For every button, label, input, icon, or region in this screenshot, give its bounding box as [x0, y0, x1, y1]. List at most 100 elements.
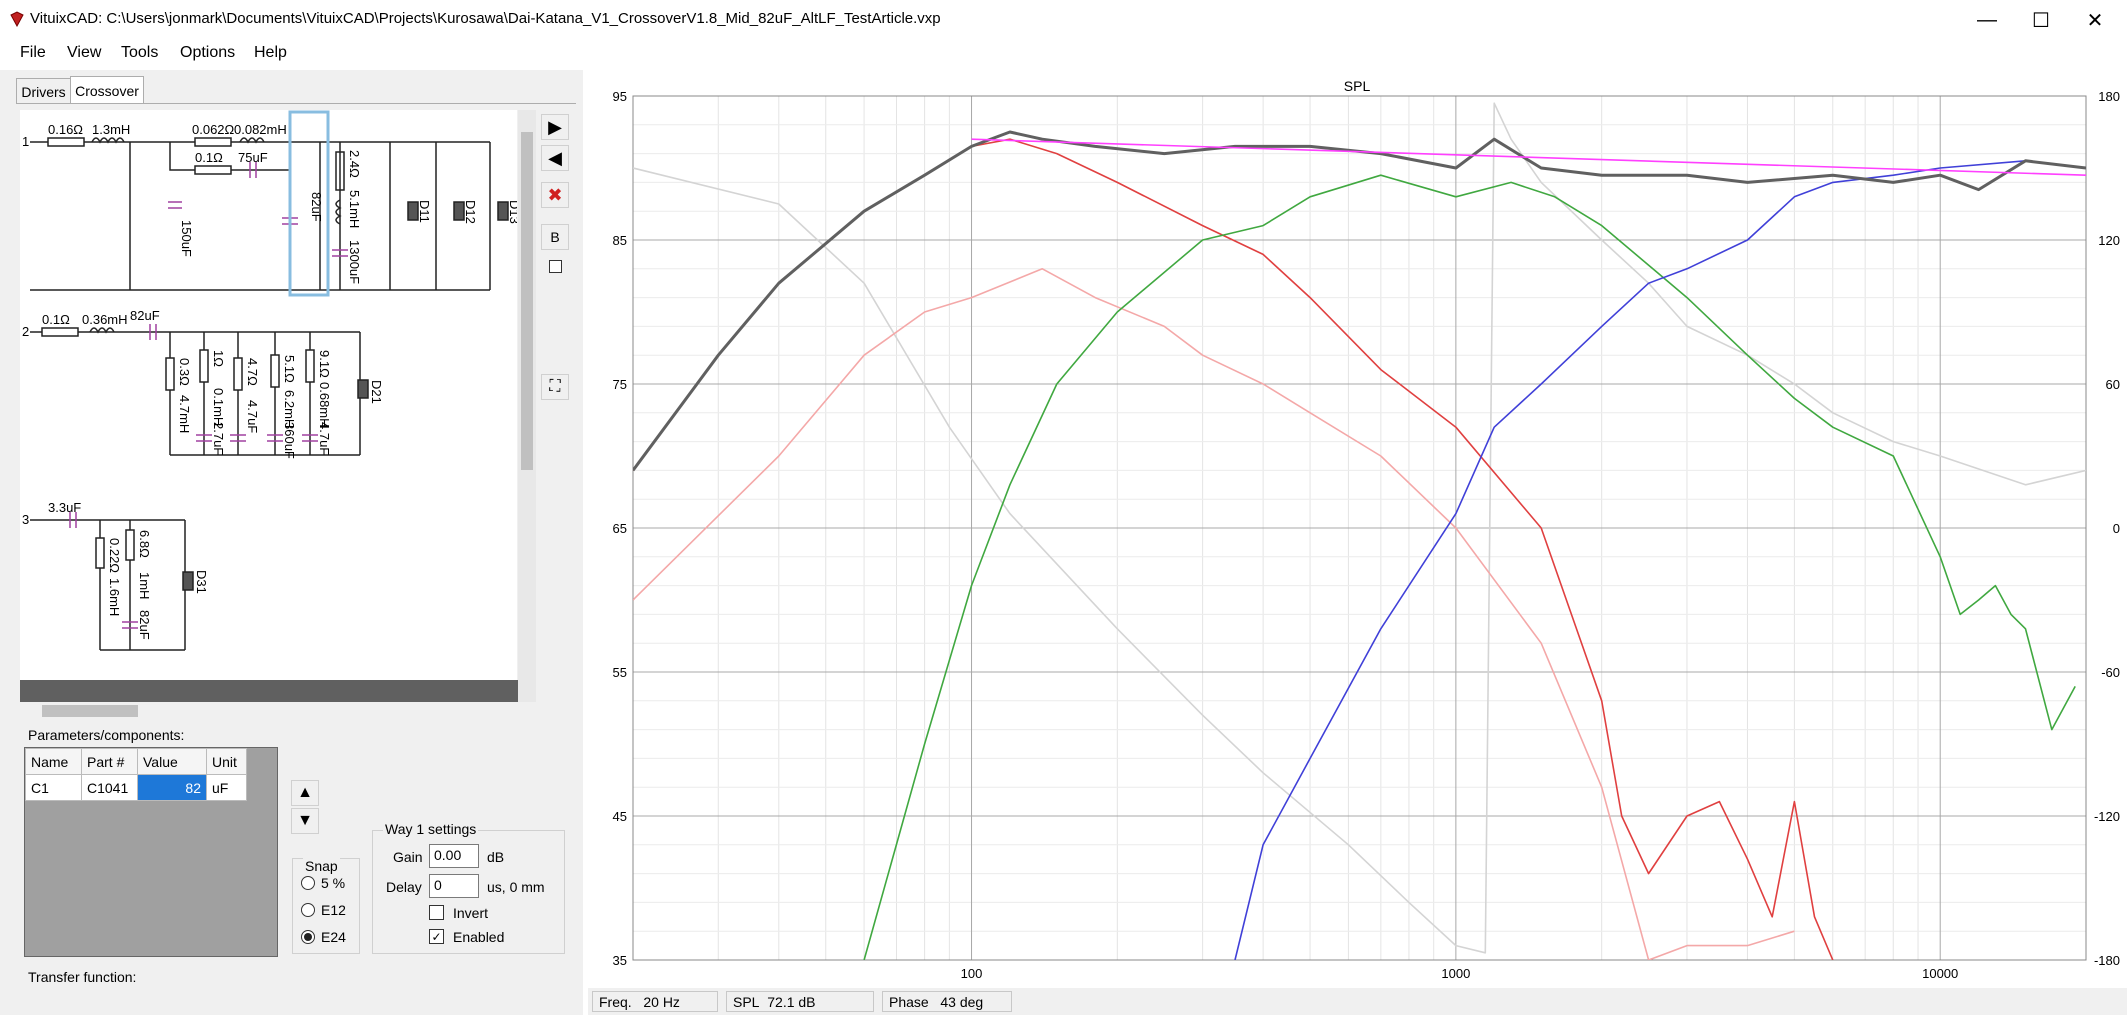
invert-checkbox[interactable] [429, 905, 444, 920]
horizontal-scroll-thumb[interactable] [42, 705, 138, 717]
snap-label: Snap [303, 858, 340, 874]
y2-tick-label: -60 [2101, 665, 2120, 680]
y2-tick-label: 60 [2106, 377, 2120, 392]
svg-text:150uF: 150uF [179, 220, 194, 257]
menu-tools[interactable]: Tools [121, 44, 158, 62]
x-tick-label: 100 [961, 966, 983, 981]
svg-text:0.082mH: 0.082mH [234, 122, 287, 137]
svg-text:D12: D12 [463, 200, 478, 224]
svg-text:1.3mH: 1.3mH [92, 122, 130, 137]
cell-unit[interactable]: uF [206, 774, 247, 801]
transfer-function-label: Transfer function: [28, 969, 137, 985]
tab-drivers[interactable]: Drivers [16, 78, 71, 104]
svg-text:6.8Ω: 6.8Ω [137, 530, 152, 558]
fit-view-button[interactable]: ⛶ [541, 374, 569, 400]
svg-text:D31: D31 [194, 570, 209, 594]
schematic-vertical-scrollbar[interactable] [518, 110, 536, 702]
cell-name[interactable]: C1 [25, 774, 82, 801]
menu-view[interactable]: View [67, 44, 101, 62]
svg-text:82uF: 82uF [309, 192, 324, 222]
phase-label: Phase [889, 994, 929, 1010]
menu-options[interactable]: Options [180, 44, 235, 62]
cell-part[interactable]: C1041 [81, 774, 138, 801]
y-tick-label: 55 [613, 665, 627, 680]
next-way-button[interactable]: ▶ [541, 114, 569, 140]
enabled-checkbox[interactable]: ✓ [429, 929, 444, 944]
freq-label: Freq. [599, 994, 632, 1010]
y2-tick-label: -120 [2094, 809, 2120, 824]
svg-text:75uF: 75uF [238, 150, 268, 165]
delay-label: Delay [386, 879, 422, 895]
svg-text:4.7uF: 4.7uF [245, 400, 260, 433]
svg-text:D21: D21 [369, 380, 384, 404]
crossover-schematic[interactable]: 1 0.16Ω 1.3mH 0.062Ω 0.082mH 0.1Ω 75uF 1… [20, 110, 517, 700]
radio-e12[interactable] [301, 903, 315, 917]
minimize-button[interactable]: — [1956, 0, 2018, 40]
svg-text:0.16Ω: 0.16Ω [48, 122, 83, 137]
radio-e24[interactable] [301, 930, 315, 944]
y-tick-label: 95 [613, 89, 627, 104]
freq-value: 20 Hz [643, 994, 680, 1010]
svg-text:0.68mH: 0.68mH [317, 382, 332, 428]
svg-text:82uF: 82uF [137, 610, 152, 640]
gain-label: Gain [393, 849, 423, 865]
svg-text:0.1Ω: 0.1Ω [195, 150, 223, 165]
svg-text:2.7uF: 2.7uF [211, 422, 226, 455]
svg-text:0.36mH: 0.36mH [82, 312, 128, 327]
radio-5pct[interactable] [301, 876, 315, 890]
svg-text:0.062Ω: 0.062Ω [192, 122, 235, 137]
series-line-6 [971, 138, 2086, 176]
delay-unit: us, 0 mm [487, 879, 545, 895]
svg-text:4.7Ω: 4.7Ω [245, 358, 260, 386]
svg-text:0.3Ω: 0.3Ω [177, 358, 192, 386]
x-tick-label: 1000 [1441, 966, 1470, 981]
chart-title: SPL [1344, 78, 1371, 94]
window-title: VituixCAD: C:\Users\jonmark\Documents\Vi… [30, 10, 941, 27]
snap-5pct[interactable]: 5 % [301, 875, 345, 891]
delay-input[interactable]: 0 [429, 874, 479, 898]
svg-text:0.1mH: 0.1mH [211, 388, 226, 426]
prev-way-button[interactable]: ◀ [541, 145, 569, 171]
svg-text:D13: D13 [507, 200, 517, 224]
freq-status: Freq. 20 Hz [592, 991, 718, 1012]
y-tick-label: 75 [613, 377, 627, 392]
svg-text:2: 2 [22, 324, 29, 339]
enabled-label: Enabled [453, 929, 505, 945]
svg-text:0.1Ω: 0.1Ω [42, 312, 70, 327]
snap-e12[interactable]: E12 [301, 902, 346, 918]
y2-tick-label: -180 [2094, 953, 2120, 968]
vertical-scroll-thumb[interactable] [521, 132, 533, 470]
delete-button[interactable]: ✖ [541, 182, 569, 208]
move-up-button[interactable]: ▲ [291, 780, 319, 806]
gain-input[interactable]: 0.00 [429, 844, 479, 868]
schematic-horizontal-scrollbar[interactable] [20, 702, 518, 720]
spl-chart-panel[interactable]: SPL 95 85 75 65 55 45 35 180 120 60 0 -60 -120 -180 10… [588, 78, 2127, 988]
svg-text:360uF: 360uF [282, 422, 297, 459]
menu-file[interactable]: File [20, 44, 46, 62]
svg-text:82uF: 82uF [130, 308, 160, 323]
phase-status: Phase 43 deg [882, 991, 1012, 1012]
move-down-button[interactable]: ▼ [291, 808, 319, 834]
params-table: Name Part # Value Unit C1 C1041 82 uF [25, 748, 247, 801]
spl-label: SPL [733, 994, 760, 1010]
col-part: Part # [81, 748, 138, 775]
menu-help[interactable]: Help [254, 44, 287, 62]
tab-crossover[interactable]: Crossover [70, 76, 144, 104]
b-button[interactable]: B [541, 224, 569, 250]
title-bar: VituixCAD: C:\Users\jonmark\Documents\Vi… [0, 0, 2127, 40]
gain-unit: dB [487, 849, 505, 865]
app-icon [10, 11, 24, 27]
maximize-button[interactable]: ☐ [2010, 0, 2072, 40]
toggle-checkbox[interactable] [549, 260, 562, 273]
x-tick-label: 10000 [1922, 966, 1958, 981]
snap-e24[interactable]: E24 [301, 929, 346, 945]
cell-value[interactable]: 82 [137, 774, 207, 801]
spl-chart[interactable]: SPL 95 85 75 65 55 45 35 180 120 60 0 -60 -120 -180 10… [588, 78, 2127, 988]
table-row[interactable]: C1 C1041 82 uF [25, 774, 247, 801]
svg-text:9.1Ω: 9.1Ω [317, 350, 332, 378]
close-button[interactable]: ✕ [2064, 0, 2126, 40]
invert-label: Invert [453, 905, 489, 921]
schematic-drawing: 1 0.16Ω 1.3mH 0.062Ω 0.082mH 0.1Ω 75uF 1… [22, 110, 517, 651]
svg-text:1300uF: 1300uF [347, 240, 362, 284]
schematic-scroll-strip [20, 680, 518, 702]
